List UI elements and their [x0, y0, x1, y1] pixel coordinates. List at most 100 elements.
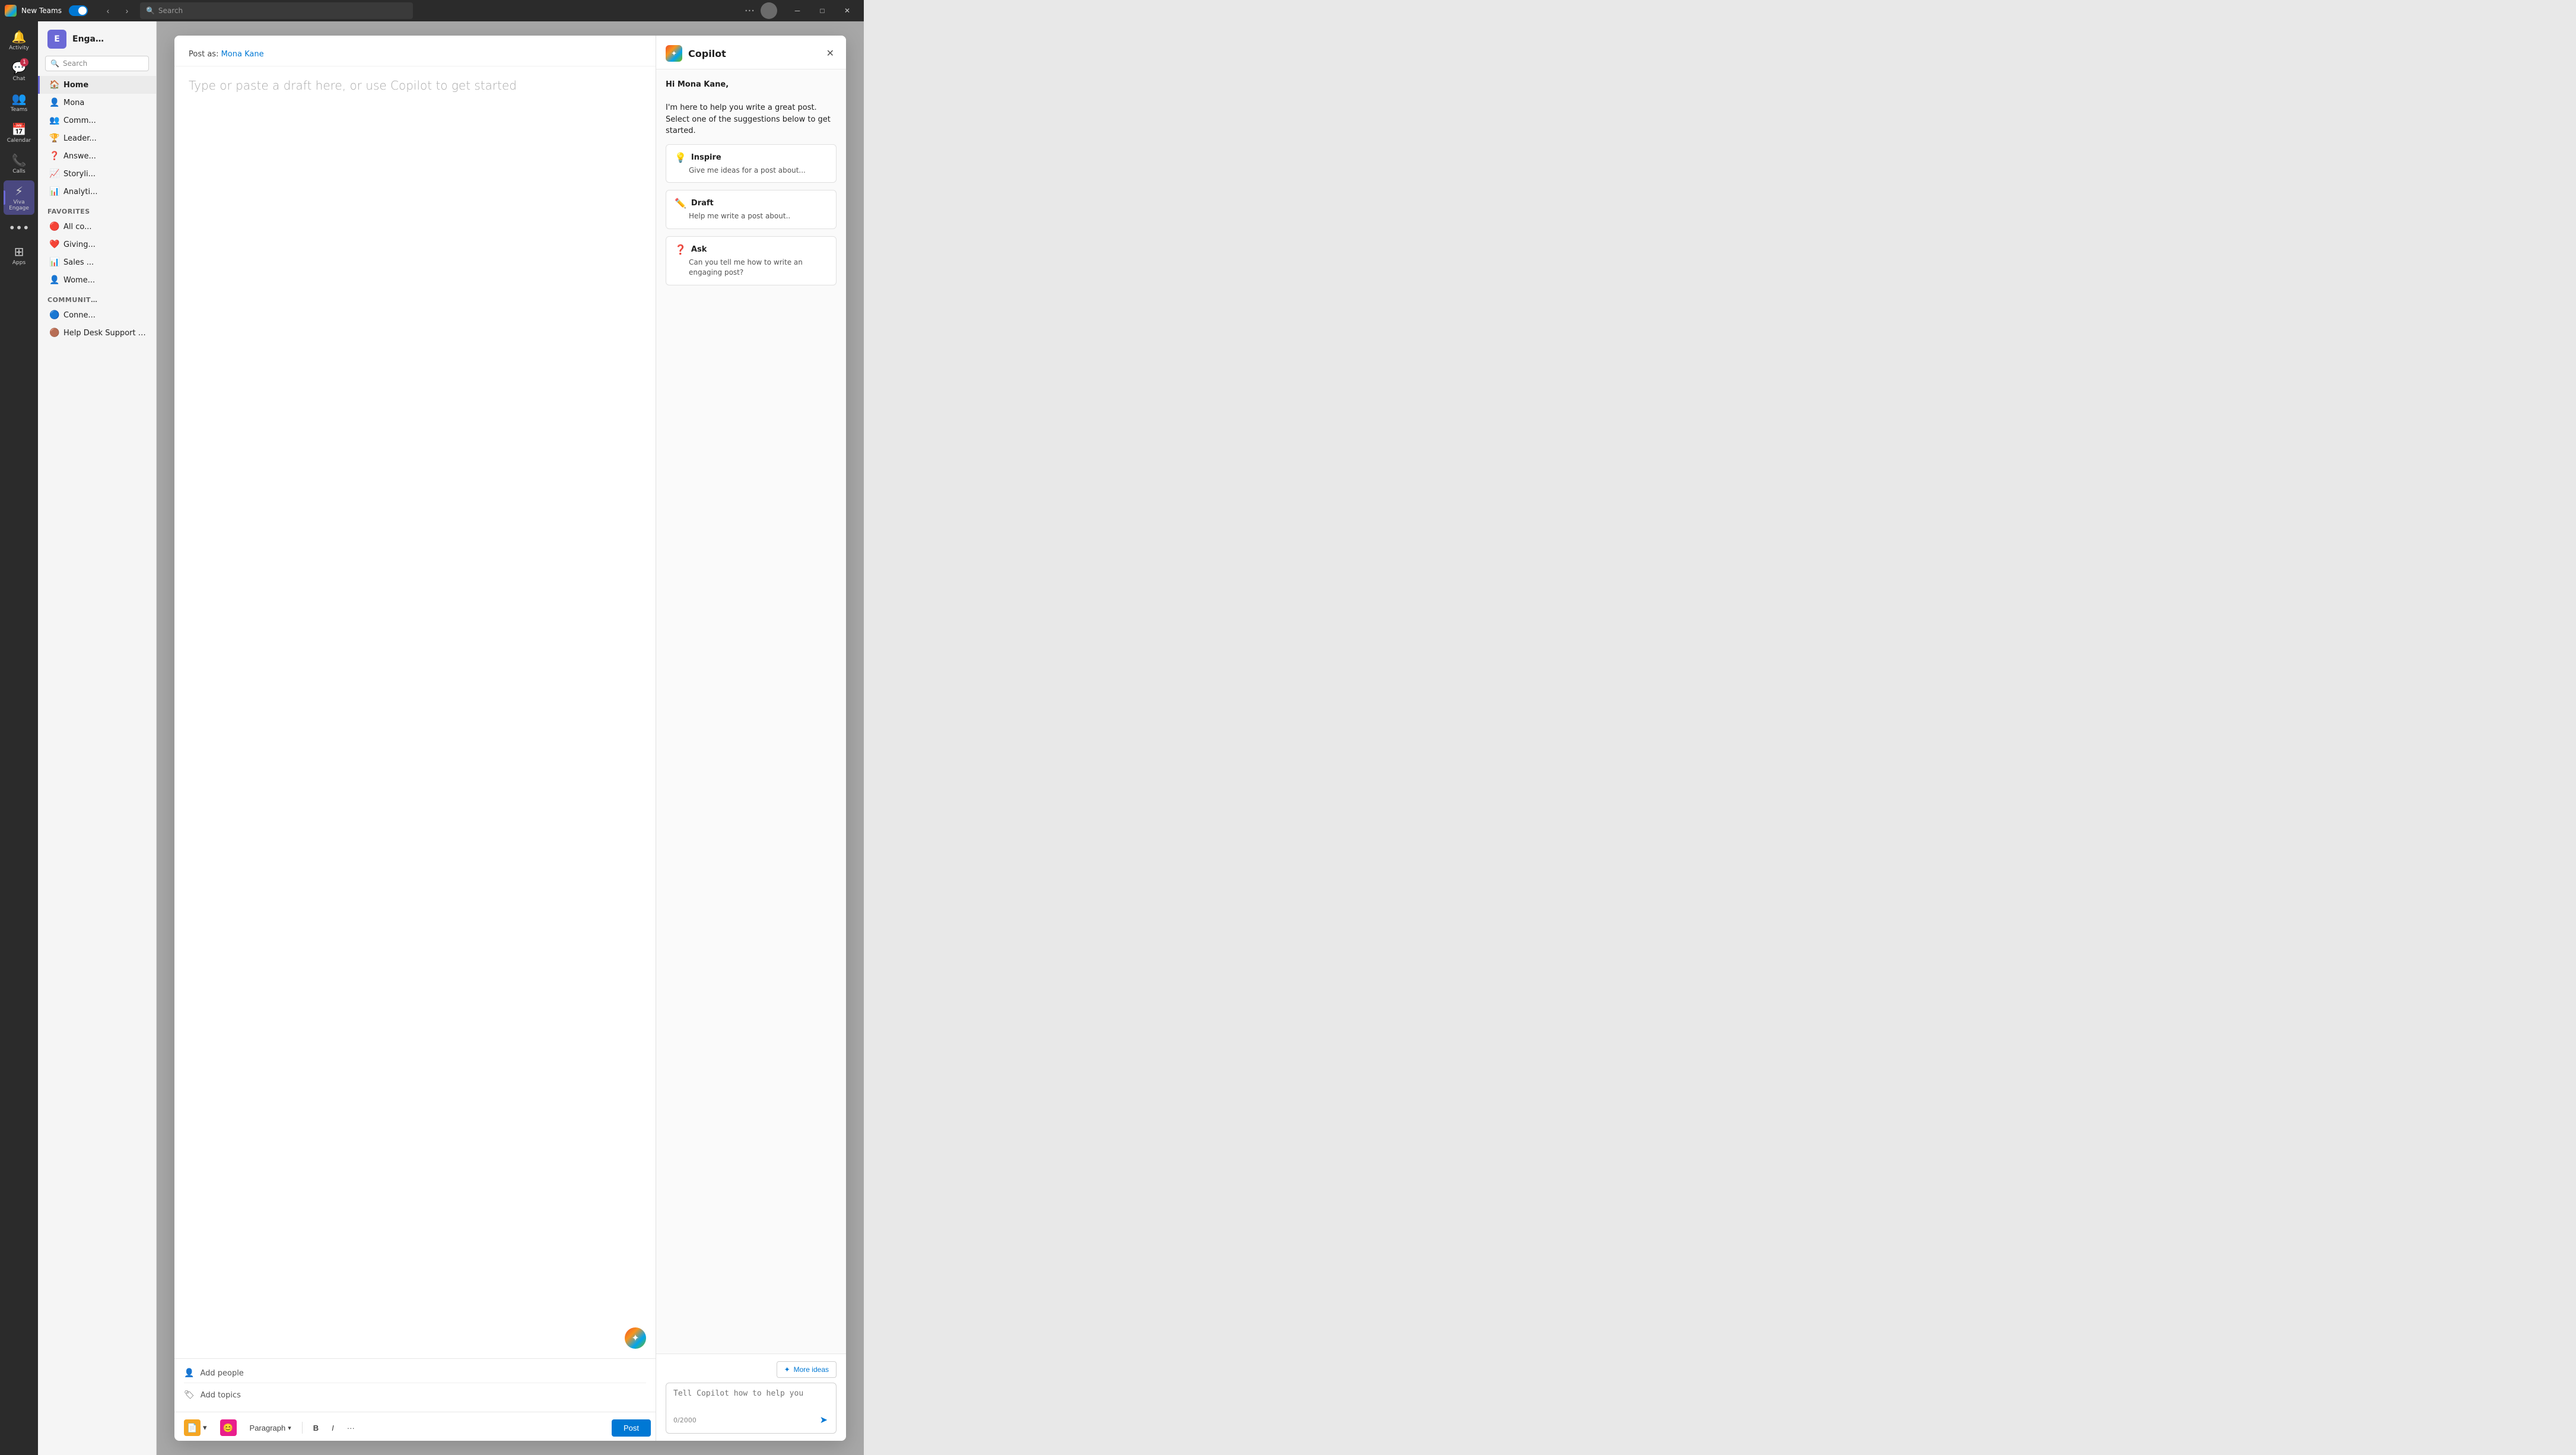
- format-type-button[interactable]: 📄 ▾: [179, 1417, 212, 1438]
- copilot-body: Hi Mona Kane, I'm here to help you write…: [656, 69, 846, 1354]
- sidebar-nav-analytics[interactable]: 📊 Analyti...: [38, 183, 156, 201]
- sidebar-item-calls[interactable]: 📞 Calls: [4, 150, 34, 178]
- copilot-footer: ✦ More ideas 0/2000 ➤: [656, 1354, 846, 1441]
- sidebar-nav-storyline[interactable]: 📈 Storyli...: [38, 165, 156, 183]
- app-logo: E: [47, 30, 66, 49]
- more-ideas-button[interactable]: ✦ More ideas: [777, 1361, 837, 1378]
- sidebar-nav-all-company[interactable]: 🔴 All co...: [38, 218, 156, 236]
- paragraph-button[interactable]: Paragraph ▾: [245, 1421, 296, 1435]
- more-options[interactable]: ···: [745, 5, 755, 17]
- more-format-button[interactable]: ···: [342, 1421, 360, 1435]
- search-placeholder: Search: [158, 7, 183, 15]
- forward-button[interactable]: ›: [119, 2, 135, 19]
- italic-button[interactable]: I: [327, 1421, 339, 1435]
- copilot-card-ask[interactable]: ❓ Ask Can you tell me how to write an en…: [666, 236, 837, 285]
- sidebar-item-teams[interactable]: 👥 Teams: [4, 88, 34, 116]
- global-search[interactable]: 🔍 Search: [140, 2, 413, 19]
- paragraph-label: Paragraph: [250, 1424, 286, 1432]
- chat-icon: 💬 1: [12, 61, 26, 75]
- sidebar-nav-connect[interactable]: 🔵 Conne...: [38, 306, 156, 324]
- sidebar-item-viva-engage[interactable]: ⚡ Viva Engage: [4, 180, 34, 215]
- sidebar-item-more[interactable]: •••: [4, 217, 34, 239]
- add-topics-row[interactable]: 🏷 Add topics: [184, 1386, 646, 1405]
- user-avatar[interactable]: [761, 2, 777, 19]
- post-content-area[interactable]: Type or paste a draft here, or use Copil…: [174, 66, 656, 1358]
- copilot-input-area: 0/2000 ➤: [666, 1383, 837, 1434]
- sidebar-search[interactable]: 🔍 Search: [45, 56, 149, 71]
- giving-icon: ❤️: [49, 240, 59, 249]
- copilot-card-inspire[interactable]: 💡 Inspire Give me ideas for a post about…: [666, 144, 837, 183]
- apps-icon: ⊞: [12, 244, 26, 259]
- sidebar-nav-women-label: Wome...: [63, 276, 95, 285]
- sidebar-nav-home[interactable]: 🏠 Home: [38, 76, 156, 94]
- sidebar-nav-communities[interactable]: 👥 Comm...: [38, 112, 156, 129]
- copilot-card-inspire-header: 💡 Inspire: [675, 152, 828, 163]
- minimize-button[interactable]: ─: [785, 0, 809, 21]
- communities-icon: 👥: [49, 116, 59, 125]
- copilot-fab-icon: ✦: [625, 1327, 646, 1349]
- sidebar-nav-mona-label: Mona: [63, 99, 84, 107]
- copilot-input-field[interactable]: [673, 1389, 829, 1407]
- toolbar-separator: [302, 1422, 303, 1434]
- bold-button[interactable]: B: [309, 1421, 323, 1435]
- draft-icon: ✏️: [675, 198, 686, 209]
- post-creation-modal: Post as: Mona Kane Type or paste a draft…: [174, 36, 846, 1441]
- app-body: 🔔 Activity 💬 1 Chat 👥 Teams 📅 Calendar 📞…: [0, 21, 864, 1455]
- sidebar-nav-all-company-label: All co...: [63, 223, 92, 231]
- sidebar-item-apps[interactable]: ⊞ Apps: [4, 241, 34, 269]
- copilot-close-button[interactable]: ✕: [824, 45, 837, 62]
- post-as-label: Post as: Mona Kane: [189, 50, 264, 59]
- sidebar-nav-leaderboard-label: Leader...: [63, 134, 97, 143]
- calendar-icon: 📅: [12, 122, 26, 136]
- copilot-title: Copilot: [688, 48, 824, 59]
- copilot-card-draft[interactable]: ✏️ Draft Help me write a post about..: [666, 190, 837, 229]
- sidebar-nav-sales[interactable]: 📊 Sales ...: [38, 253, 156, 271]
- activity-label: Activity: [9, 45, 29, 51]
- sidebar-item-activity[interactable]: 🔔 Activity: [4, 26, 34, 55]
- italic-label: I: [332, 1424, 334, 1432]
- sidebar-item-calendar[interactable]: 📅 Calendar: [4, 119, 34, 147]
- communities-section-title: Communit…: [38, 289, 156, 306]
- sidebar-nav-mona[interactable]: 👤 Mona: [38, 94, 156, 112]
- sidebar-nav-leaderboard[interactable]: 🏆 Leader...: [38, 129, 156, 147]
- close-button[interactable]: ✕: [835, 0, 859, 21]
- sidebar-search-placeholder: Search: [63, 59, 87, 68]
- more-format-icon: ···: [347, 1424, 355, 1432]
- sidebar-nav-women[interactable]: 👤 Wome...: [38, 271, 156, 289]
- back-button[interactable]: ‹: [100, 2, 116, 19]
- sidebar-nav-communities-label: Comm...: [63, 116, 96, 125]
- calls-label: Calls: [12, 169, 26, 174]
- copilot-salutation: Hi Mona Kane,: [666, 80, 729, 89]
- sidebar-nav-answers[interactable]: ❓ Answe...: [38, 147, 156, 165]
- search-icon: 🔍: [146, 7, 155, 15]
- copilot-send-button[interactable]: ➤: [819, 1413, 829, 1427]
- copilot-fab-button[interactable]: ✦: [625, 1327, 646, 1349]
- more-icon: •••: [12, 221, 26, 235]
- copilot-message: I'm here to help you write a great post.…: [666, 103, 831, 135]
- maximize-button[interactable]: □: [810, 0, 834, 21]
- emoji-button[interactable]: 😊: [215, 1417, 241, 1438]
- calendar-label: Calendar: [7, 138, 31, 144]
- format-icon: 📄: [184, 1419, 201, 1436]
- draft-description: Help me write a post about..: [675, 211, 828, 221]
- add-people-row[interactable]: 👤 Add people: [184, 1364, 646, 1383]
- calls-icon: 📞: [12, 153, 26, 167]
- left-sidebar: 🔔 Activity 💬 1 Chat 👥 Teams 📅 Calendar 📞…: [0, 21, 38, 1455]
- draft-title: Draft: [691, 199, 714, 208]
- sidebar-nav-giving[interactable]: ❤️ Giving...: [38, 236, 156, 253]
- copilot-card-ask-header: ❓ Ask: [675, 244, 828, 255]
- viva-engage-icon: ⚡: [12, 184, 26, 198]
- post-button[interactable]: Post: [612, 1419, 651, 1437]
- sidebar-nav-help-desk[interactable]: 🟤 Help Desk Support 🔒: [38, 324, 156, 342]
- sidebar-nav-storyline-label: Storyli...: [63, 170, 96, 179]
- teams-logo: [5, 5, 17, 17]
- sidebar-item-chat[interactable]: 💬 1 Chat: [4, 57, 34, 85]
- sidebar-app-header: E Enga…: [38, 21, 156, 53]
- connect-icon: 🔵: [49, 310, 59, 320]
- copilot-input-bottom: 0/2000 ➤: [673, 1413, 829, 1427]
- post-as-user[interactable]: Mona Kane: [221, 50, 264, 59]
- help-desk-icon: 🟤: [49, 328, 59, 338]
- add-people-label: Add people: [200, 1369, 243, 1378]
- new-teams-toggle[interactable]: [69, 5, 88, 16]
- favorites-section-title: Favorites: [38, 201, 156, 218]
